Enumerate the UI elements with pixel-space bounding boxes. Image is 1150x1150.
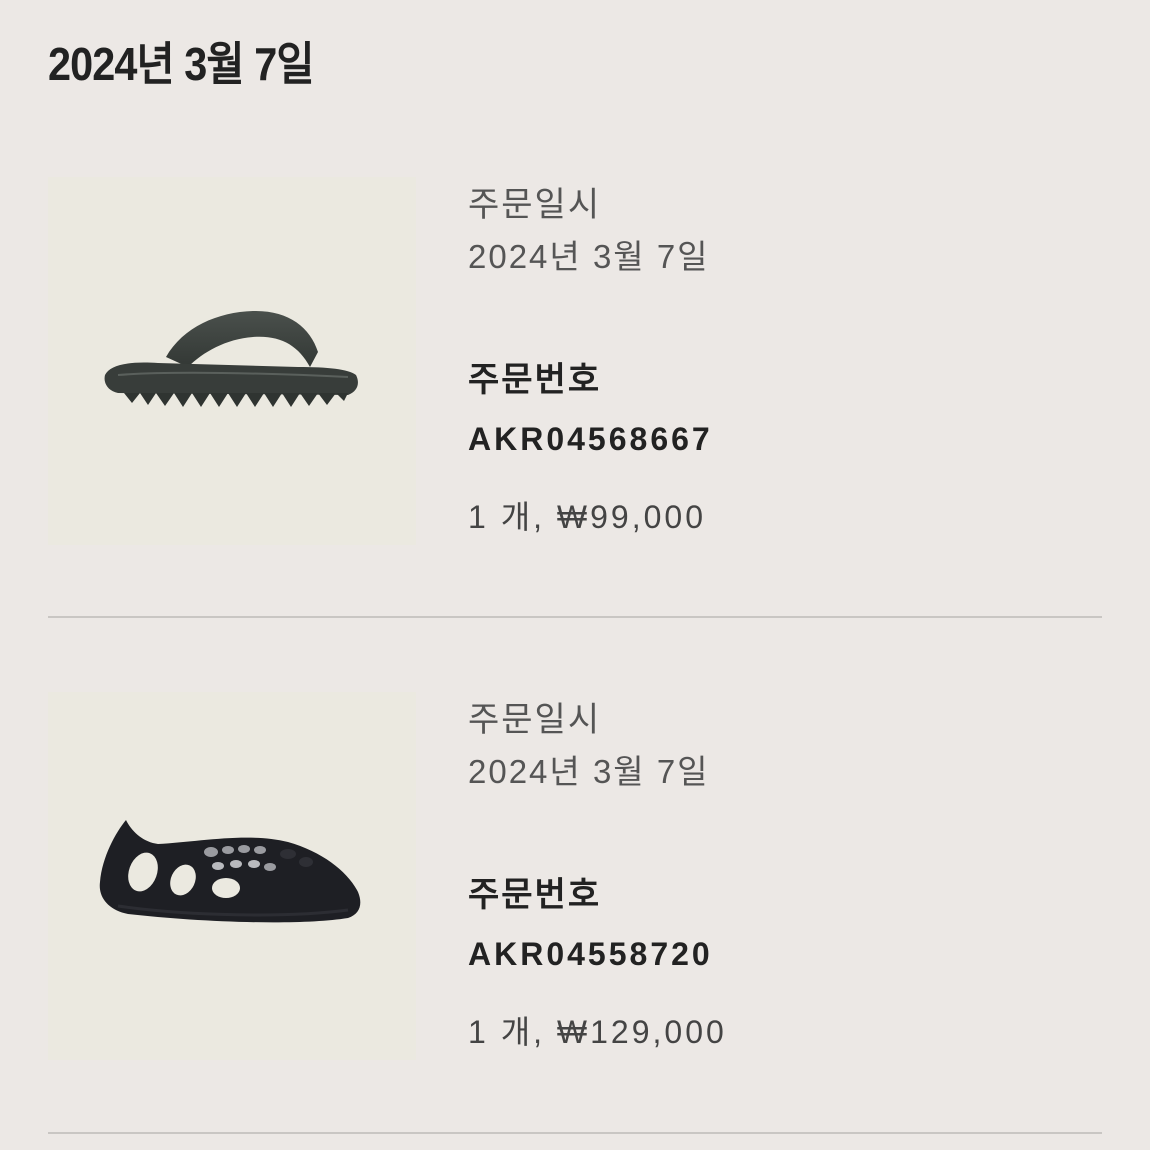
order-number-value: AKR04568667	[468, 421, 713, 457]
product-image[interactable]	[48, 692, 416, 1060]
page-title: 2024년 3월 7일	[48, 38, 314, 90]
divider	[48, 1132, 1102, 1134]
slide-sandal-image	[104, 310, 358, 407]
order-date-value: 2024년 3월 7일	[468, 238, 710, 275]
order-date-label: 주문일시	[468, 186, 602, 224]
quantity-price: 1 개, ₩129,000	[468, 1014, 727, 1050]
foam-runner-shoe-image	[99, 820, 361, 923]
order-card[interactable]: 주문일시 2024년 3월 7일 주문번호 AKR04558720 1 개, ₩…	[48, 692, 1102, 1062]
quantity-price: 1 개, ₩99,000	[468, 499, 706, 535]
order-number-label: 주문번호	[468, 876, 602, 914]
order-card[interactable]: 주문일시 2024년 3월 7일 주문번호 AKR04568667 1 개, ₩…	[48, 177, 1102, 547]
order-date-label: 주문일시	[468, 701, 602, 739]
order-date-value: 2024년 3월 7일	[468, 753, 710, 790]
divider	[48, 616, 1102, 618]
product-image[interactable]	[48, 177, 416, 545]
order-number-label: 주문번호	[468, 361, 602, 399]
order-number-value: AKR04558720	[468, 936, 713, 972]
